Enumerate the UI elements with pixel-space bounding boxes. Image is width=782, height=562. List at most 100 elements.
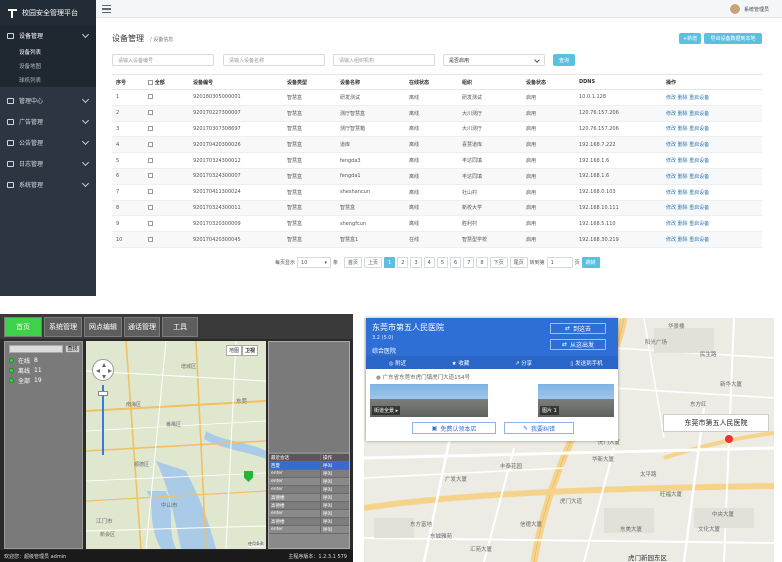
tree-node-offline[interactable]: 离线 11	[9, 366, 42, 375]
grid-cell-action[interactable]: 呼叫	[321, 518, 332, 525]
row-checkbox[interactable]	[148, 141, 153, 147]
enabled-select[interactable]: 是否启用	[443, 54, 545, 66]
hospital-marker-icon[interactable]	[725, 435, 733, 443]
tab-site-edit[interactable]: 网点编辑	[84, 317, 122, 337]
row-checkbox[interactable]	[148, 220, 153, 226]
select-all-checkbox[interactable]	[148, 79, 153, 85]
prev-page-button[interactable]: 上页	[364, 257, 383, 268]
tab-call[interactable]: 通话管理	[124, 317, 160, 337]
pan-control[interactable]	[92, 359, 114, 381]
row-checkbox[interactable]	[148, 204, 153, 210]
cell-ops[interactable]: 修改 删除 重启设备	[662, 121, 762, 138]
device-no-input[interactable]: 请输入设备编号	[112, 54, 214, 66]
row-checkbox[interactable]	[148, 173, 153, 179]
cell-ops[interactable]: 修改 删除 重启设备	[662, 105, 762, 122]
cell-ops[interactable]: 修改 删除 重启设备	[662, 136, 762, 154]
cell-ops[interactable]: 修改 删除 重启设备	[662, 215, 762, 233]
cell-ops[interactable]: 修改 删除 重启设备	[662, 168, 762, 185]
cell-ops[interactable]: 修改 删除 重启设备	[662, 184, 762, 201]
device-name-input[interactable]: 请输入设备名称	[223, 54, 325, 66]
sidebar-item-system[interactable]: 系统管理	[0, 175, 96, 194]
grid-cell-action[interactable]: 呼叫	[321, 494, 332, 501]
tree-node-online[interactable]: 在线 8	[9, 356, 38, 365]
page-number-button[interactable]: 6	[450, 257, 462, 268]
send-to-phone-button[interactable]: ▯ 发送到手机	[555, 359, 618, 367]
row-checkbox[interactable]	[148, 110, 153, 116]
sidebar-item-ads[interactable]: 广告管理	[0, 112, 96, 131]
map-copyright[interactable]: 使用条款	[248, 541, 264, 547]
export-button[interactable]: 导出设备数据到本地	[704, 33, 762, 44]
sidebar-item-device[interactable]: 设备管理	[0, 26, 96, 45]
grid-row[interactable]: enter 呼叫	[269, 510, 349, 518]
row-checkbox[interactable]	[148, 189, 153, 195]
claim-button[interactable]: ▣ 免费认领本店	[412, 422, 496, 434]
favorite-button[interactable]: ★ 收藏	[429, 359, 492, 367]
menu-toggle-icon[interactable]	[102, 5, 111, 13]
zoom-slider[interactable]	[95, 385, 111, 455]
sidebar-item-log[interactable]: 日志管理	[0, 154, 96, 173]
poi-photo[interactable]: 图片 1	[538, 384, 614, 417]
tab-home[interactable]: 首页	[4, 317, 42, 337]
satellite-button[interactable]: 卫视	[242, 345, 259, 356]
street-view-photo[interactable]: 街道全景 ▸	[370, 384, 488, 417]
last-page-button[interactable]: 尾页	[509, 257, 528, 268]
grid-cell-action[interactable]: 呼叫	[321, 510, 332, 517]
next-page-button[interactable]: 下页	[489, 257, 508, 268]
grid-row[interactable]: 西夏 呼叫	[269, 462, 349, 470]
grid-cell-action[interactable]: 呼叫	[321, 526, 332, 533]
grid-row[interactable]: enter 呼叫	[269, 526, 349, 534]
page-number-button[interactable]: 4	[423, 257, 435, 268]
map-button[interactable]: 地图	[226, 345, 243, 356]
page-number-button[interactable]: 7	[463, 257, 475, 268]
first-page-button[interactable]: 首页	[344, 257, 363, 268]
grid-row[interactable]: enter 呼叫	[269, 470, 349, 478]
row-checkbox[interactable]	[148, 236, 153, 242]
row-checkbox[interactable]	[148, 125, 153, 131]
share-button[interactable]: ↗ 分享	[492, 359, 555, 367]
sidebar-item-management[interactable]: 管理中心	[0, 91, 96, 110]
page-number-button[interactable]: 2	[397, 257, 409, 268]
tree-search-input[interactable]	[9, 345, 63, 353]
query-button[interactable]: 查询	[553, 54, 575, 66]
report-error-button[interactable]: ✎ 我要纠错	[504, 422, 574, 434]
grid-row[interactable]: 高德楼 呼叫	[269, 518, 349, 526]
org-input[interactable]: 请输入组织机构	[333, 54, 435, 66]
add-button[interactable]: +新增	[679, 33, 701, 44]
grid-cell-action[interactable]: 呼叫	[321, 462, 332, 469]
per-page-select[interactable]: 10 ▾	[297, 257, 332, 268]
cell-ops[interactable]: 修改 删除 重启设备	[662, 89, 762, 106]
page-number-button[interactable]: 3	[410, 257, 422, 268]
page-number-button[interactable]: 8	[476, 257, 488, 268]
sidebar-item-notice[interactable]: 公告管理	[0, 133, 96, 152]
jump-input[interactable]: 1	[546, 257, 573, 268]
cell-ops[interactable]: 修改 删除 重启设备	[662, 231, 762, 248]
nearby-button[interactable]: ◎ 附近	[366, 359, 429, 367]
gis-map[interactable]: 地图 卫视 增城区 东莞 番禺区 中山市 江门市 新会区 顺德区 南海区 使用条…	[86, 341, 266, 549]
grid-cell-action[interactable]: 呼叫	[321, 470, 332, 477]
tab-system[interactable]: 系统管理	[44, 317, 82, 337]
tree-node-all[interactable]: 全部 19	[9, 376, 42, 385]
zoom-handle[interactable]	[98, 391, 108, 396]
grid-row[interactable]: 高德楼 呼叫	[269, 502, 349, 510]
grid-row[interactable]: 高德楼 呼叫	[269, 494, 349, 502]
user-menu[interactable]: 系统管理员	[744, 6, 769, 13]
tree-search-button[interactable]: 查找	[65, 345, 80, 353]
sidebar-sub-device-list[interactable]: 设备列表	[0, 45, 96, 59]
col-all[interactable]: 全部	[144, 74, 189, 90]
tab-tools[interactable]: 工具	[162, 317, 198, 337]
cell-ops[interactable]: 修改 删除 重启设备	[662, 152, 762, 169]
page-number-button[interactable]: 1	[384, 257, 396, 268]
grid-cell-action[interactable]: 呼叫	[321, 486, 332, 493]
avatar[interactable]	[729, 3, 741, 15]
row-checkbox[interactable]	[148, 94, 153, 100]
cell-ops[interactable]: 修改 删除 重启设备	[662, 200, 762, 217]
page-number-button[interactable]: 5	[436, 257, 448, 268]
goto-button[interactable]: ⇄ 到这去	[550, 323, 606, 334]
jump-button[interactable]: 跳转	[581, 257, 600, 268]
hospital-map-label[interactable]: 东莞市第五人民医院	[663, 414, 769, 432]
grid-row[interactable]: enter 呼叫	[269, 478, 349, 486]
grid-cell-action[interactable]: 呼叫	[321, 502, 332, 509]
sidebar-sub-dome-list[interactable]: 球机列表	[0, 73, 96, 87]
sidebar-sub-device-map[interactable]: 设备地图	[0, 59, 96, 73]
from-button[interactable]: ⇄ 从这出发	[550, 339, 606, 350]
